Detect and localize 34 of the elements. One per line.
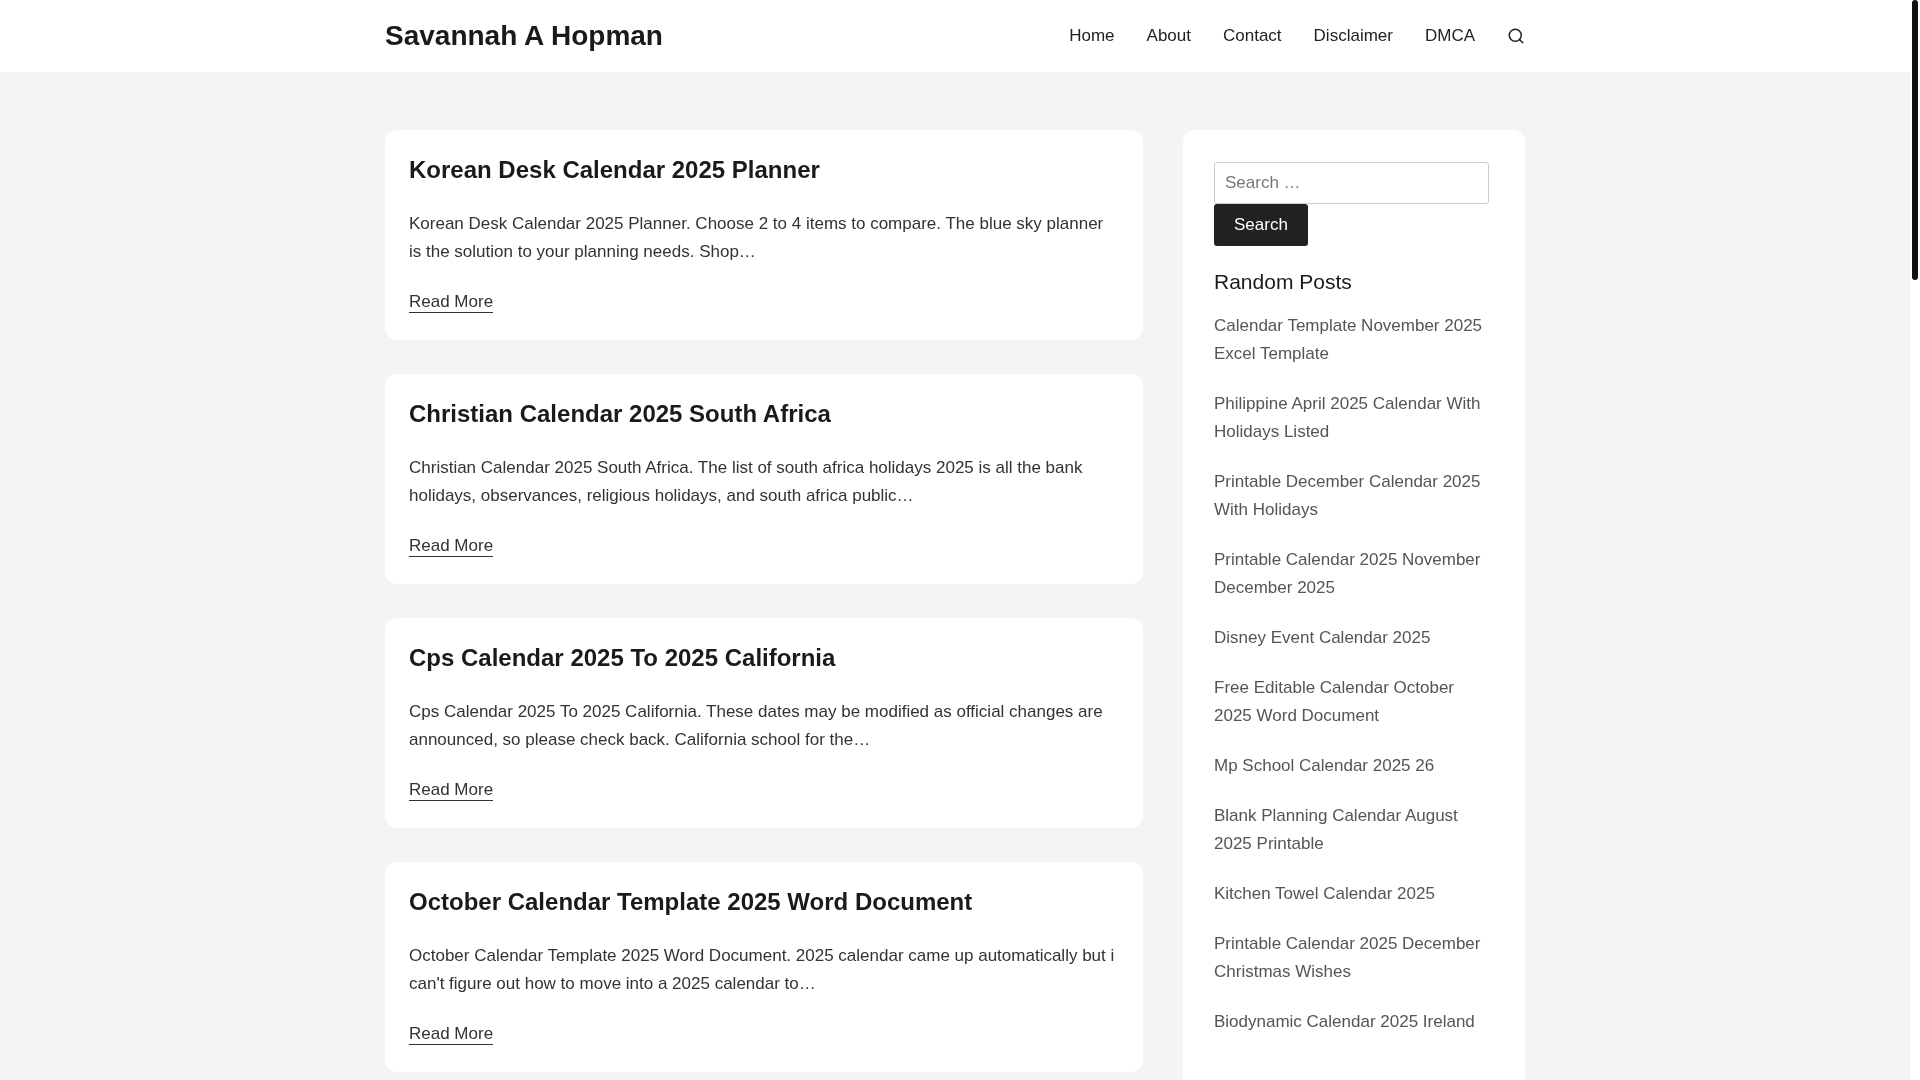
post-excerpt: Cps Calendar 2025 To 2025 California. These dates may be modified as official changes are announced, so please check back. California school for the… [409,701,1104,751]
random-post-link[interactable]: Kitchen Towel Calendar 2025 [1214,880,1489,908]
nav-link[interactable]: About [1146,23,1191,49]
random-post-link[interactable]: Printable Calendar 2025 November December 2025 [1214,546,1489,602]
random-post-link[interactable]: Mp School Calendar 2025 26 [1214,752,1489,780]
random-post-link[interactable]: Printable Calendar 2025 December Christmas Wishes [1214,930,1489,986]
scrollbar-thumb[interactable] [1912,0,1918,280]
nav-link[interactable]: Home [1069,23,1115,49]
search-field[interactable]: Search … [1214,162,1489,204]
random-post-link[interactable]: Philippine April 2025 Calendar With Holidays Listed [1214,390,1489,446]
search-button[interactable]: Search [1214,204,1308,246]
random-post-link[interactable]: Disney Event Calendar 2025 [1214,624,1489,652]
read-more-link[interactable]: Read More [409,780,494,801]
random-post-link[interactable]: Calendar Template November 2025 Excel Template [1214,312,1489,368]
read-more-link[interactable]: Read More [409,292,494,313]
post-title[interactable]: Cps Calendar 2025 To 2025 California [409,642,1119,674]
post-title[interactable]: October Calendar Template 2025 Word Document [409,886,1119,918]
post-excerpt: Korean Desk Calendar 2025 Planner. Choose 2 to 4 items to compare. The blue sky planner is the solution to your planning needs. Shop… [409,213,1105,263]
post-title[interactable]: Korean Desk Calendar 2025 Planner [409,154,1119,186]
nav-link[interactable]: Contact [1223,23,1282,49]
post-title[interactable]: Christian Calendar 2025 South Africa [409,398,1119,430]
widget-heading: Random Posts [1214,269,1353,295]
read-more-link[interactable]: Read More [409,536,494,557]
read-more-link[interactable]: Read More [409,1024,494,1045]
random-post-link[interactable]: Blank Planning Calendar August 2025 Printable [1214,802,1489,858]
random-post-link[interactable]: Biodynamic Calendar 2025 Ireland [1214,1008,1489,1036]
nav-link[interactable]: Disclaimer [1313,23,1393,49]
random-post-link[interactable]: Printable December Calendar 2025 With Holidays [1214,468,1489,524]
nav-link[interactable]: DMCA [1424,23,1475,49]
site-title[interactable]: Savannah A Hopman [385,15,663,57]
post-excerpt: October Calendar Template 2025 Word Document. 2025 calendar came up automatically but i can't figure out how to move into a 2025 calendar to… [409,945,1116,995]
post-excerpt: Christian Calendar 2025 South Africa. The list of south africa holidays 2025 is all the bank holidays, observances, religious holidays, and south africa public… [409,457,1084,507]
random-post-link[interactable]: Free Editable Calendar October 2025 Word Document [1214,674,1489,730]
search-icon[interactable] [1507,27,1525,45]
